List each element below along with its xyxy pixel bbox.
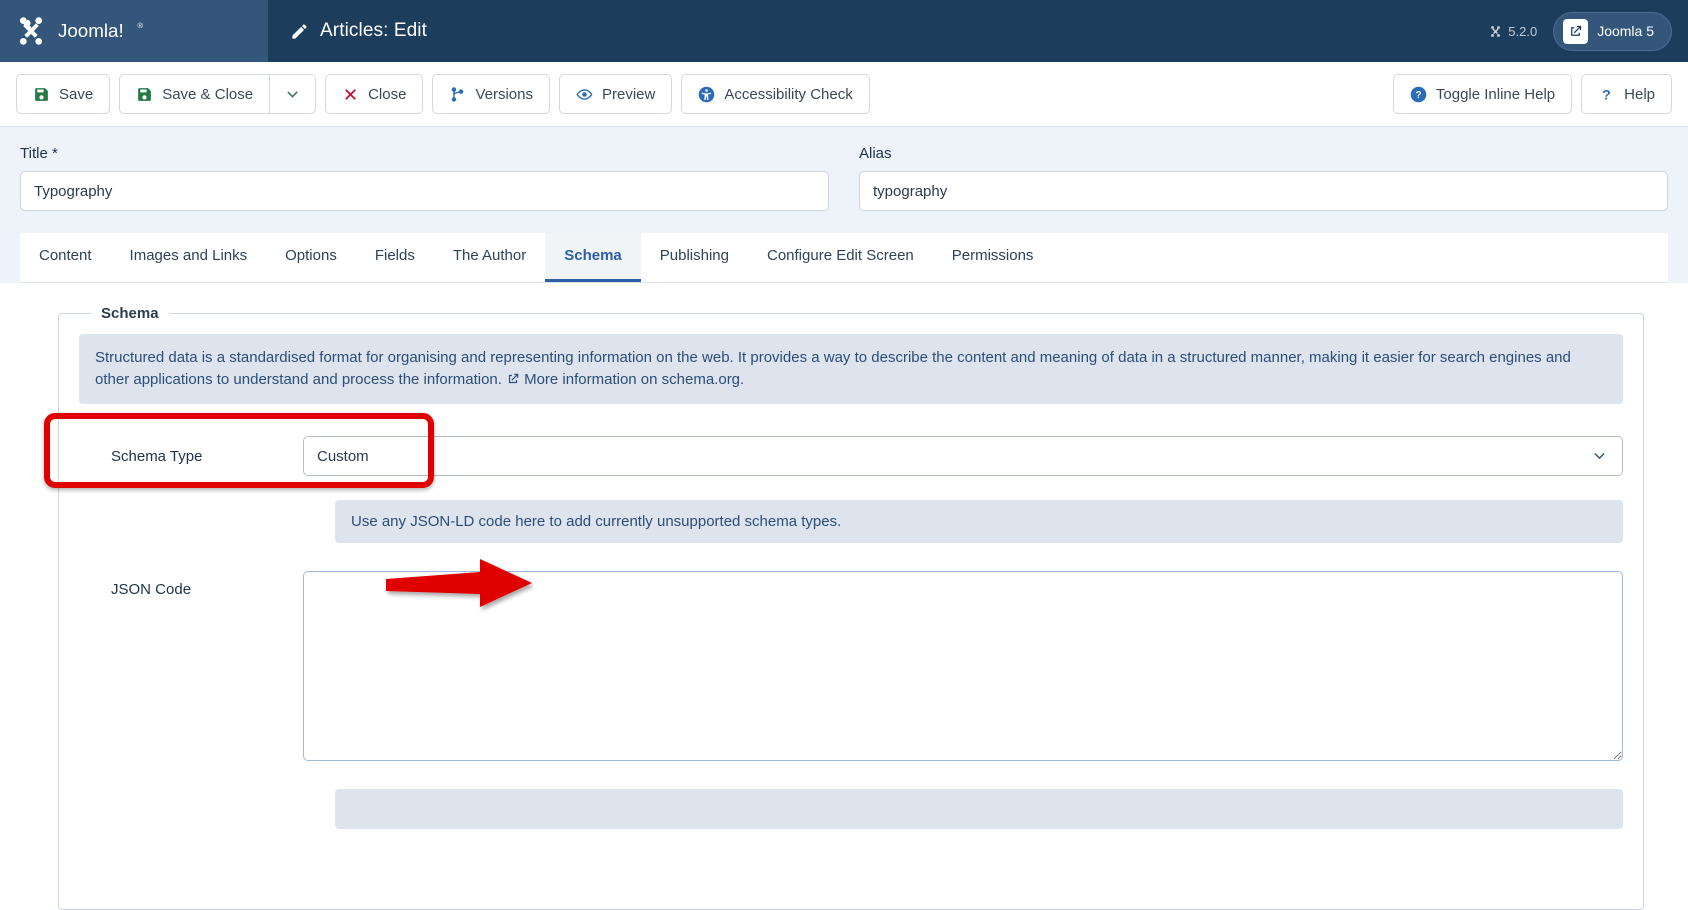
versions-button-label: Versions (475, 85, 533, 103)
close-button-label: Close (368, 85, 407, 103)
title-alias-row: Title * Alias (0, 127, 1688, 233)
json-code-label: JSON Code (111, 581, 192, 599)
help-button[interactable]: ? Help (1581, 74, 1672, 114)
save-button[interactable]: Save (16, 74, 111, 114)
svg-text:®: ® (138, 21, 144, 30)
schema-fieldset-legend: Schema (101, 305, 159, 322)
versions-button[interactable]: Versions (432, 74, 550, 114)
tabs-container: Content Images and Links Options Fields … (0, 233, 1688, 283)
version-number: 5.2.0 (1508, 23, 1538, 39)
title-field-group: Title * (20, 145, 829, 211)
json-code-textarea[interactable] (303, 571, 1623, 762)
schema-type-selected-value: Custom (317, 447, 369, 465)
tab-the-author[interactable]: The Author (434, 233, 545, 282)
svg-text:?: ? (1602, 87, 1611, 103)
external-link-icon (1563, 18, 1589, 44)
save-button-label: Save (59, 85, 94, 103)
alias-label: Alias (859, 145, 892, 162)
tab-images-and-links[interactable]: Images and Links (111, 233, 267, 282)
pencil-icon (292, 23, 307, 39)
chevron-down-icon (287, 91, 298, 97)
schema-type-label: Schema Type (111, 447, 203, 465)
alias-field-group: Alias (859, 145, 1668, 211)
save-options-dropdown-toggle[interactable] (270, 74, 317, 114)
preview-button[interactable]: Preview (559, 74, 673, 114)
tab-fields[interactable]: Fields (356, 233, 434, 282)
save-and-close-label: Save & Close (162, 85, 254, 103)
visit-site-label: Joomla 5 (1597, 23, 1654, 39)
accessibility-check-button[interactable]: Accessibility Check (681, 74, 870, 114)
bottom-alert-strip (335, 789, 1623, 830)
toggle-inline-help-button[interactable]: ? Toggle Inline Help (1392, 74, 1573, 114)
editor-toolbar: Save Save & Close Close Versions Preview… (0, 62, 1688, 127)
chevron-down-icon (1594, 453, 1605, 460)
schema-info-alert: Structured data is a standardised format… (79, 334, 1623, 405)
tab-configure-edit-screen[interactable]: Configure Edit Screen (748, 233, 933, 282)
svg-text:?: ? (1415, 90, 1421, 101)
save-and-close-group: Save & Close (119, 74, 317, 114)
code-branch-icon (452, 86, 464, 102)
title-label: Title * (20, 145, 58, 162)
json-code-field: JSON Code (79, 571, 1623, 762)
schema-type-field: Schema Type Custom (79, 436, 1623, 477)
title-input[interactable] (20, 171, 829, 211)
save-and-close-button[interactable]: Save & Close (119, 74, 271, 114)
tab-schema[interactable]: Schema (545, 233, 641, 282)
app-header: Joomla! ® Articles: Edit 5.2.0 Joomla 5 (0, 0, 1688, 62)
question-circle-icon: ? (1410, 86, 1427, 102)
page-title-area: Articles: Edit (268, 0, 1489, 62)
joomla-logo-icon (19, 17, 43, 45)
header-right-group: 5.2.0 Joomla 5 (1489, 0, 1688, 62)
alias-input[interactable] (859, 171, 1668, 211)
universal-access-icon (699, 86, 715, 102)
visit-site-button[interactable]: Joomla 5 (1553, 11, 1672, 51)
custom-schema-hint: Use any JSON-LD code here to add current… (335, 500, 1623, 544)
tab-publishing[interactable]: Publishing (641, 233, 748, 282)
schema-type-select[interactable]: Custom (303, 436, 1623, 477)
close-x-icon (345, 88, 356, 100)
joomla-version-badge: 5.2.0 (1489, 24, 1537, 39)
page-title: Articles: Edit (320, 20, 427, 41)
accessibility-check-label: Accessibility Check (724, 85, 853, 103)
save-floppy-icon (138, 87, 152, 101)
eye-icon (576, 88, 593, 100)
save-floppy-icon (35, 87, 48, 101)
brand-logo[interactable]: Joomla! ® (0, 0, 268, 62)
schema-info-text: Structured data is a standardised format… (95, 349, 1571, 389)
tab-options[interactable]: Options (266, 233, 356, 282)
preview-button-label: Preview (602, 85, 656, 103)
tab-content[interactable]: Content (20, 233, 111, 282)
external-link-icon (506, 372, 520, 386)
brand-wordmark: Joomla! ® (58, 20, 144, 41)
svg-text:Joomla!: Joomla! (58, 20, 124, 41)
close-button[interactable]: Close (325, 74, 424, 114)
tab-permissions[interactable]: Permissions (933, 233, 1053, 282)
toggle-inline-help-label: Toggle Inline Help (1435, 85, 1556, 103)
joomla-mark-icon (1491, 25, 1501, 37)
help-button-label: Help (1624, 85, 1655, 103)
edit-tabs: Content Images and Links Options Fields … (20, 233, 1668, 283)
schema-fieldset: Schema Structured data is a standardised… (58, 305, 1644, 910)
question-mark-icon: ? (1602, 87, 1611, 103)
schema-tab-panel: Schema Structured data is a standardised… (0, 283, 1688, 910)
schema-org-link[interactable]: More information on schema.org. (524, 371, 744, 388)
